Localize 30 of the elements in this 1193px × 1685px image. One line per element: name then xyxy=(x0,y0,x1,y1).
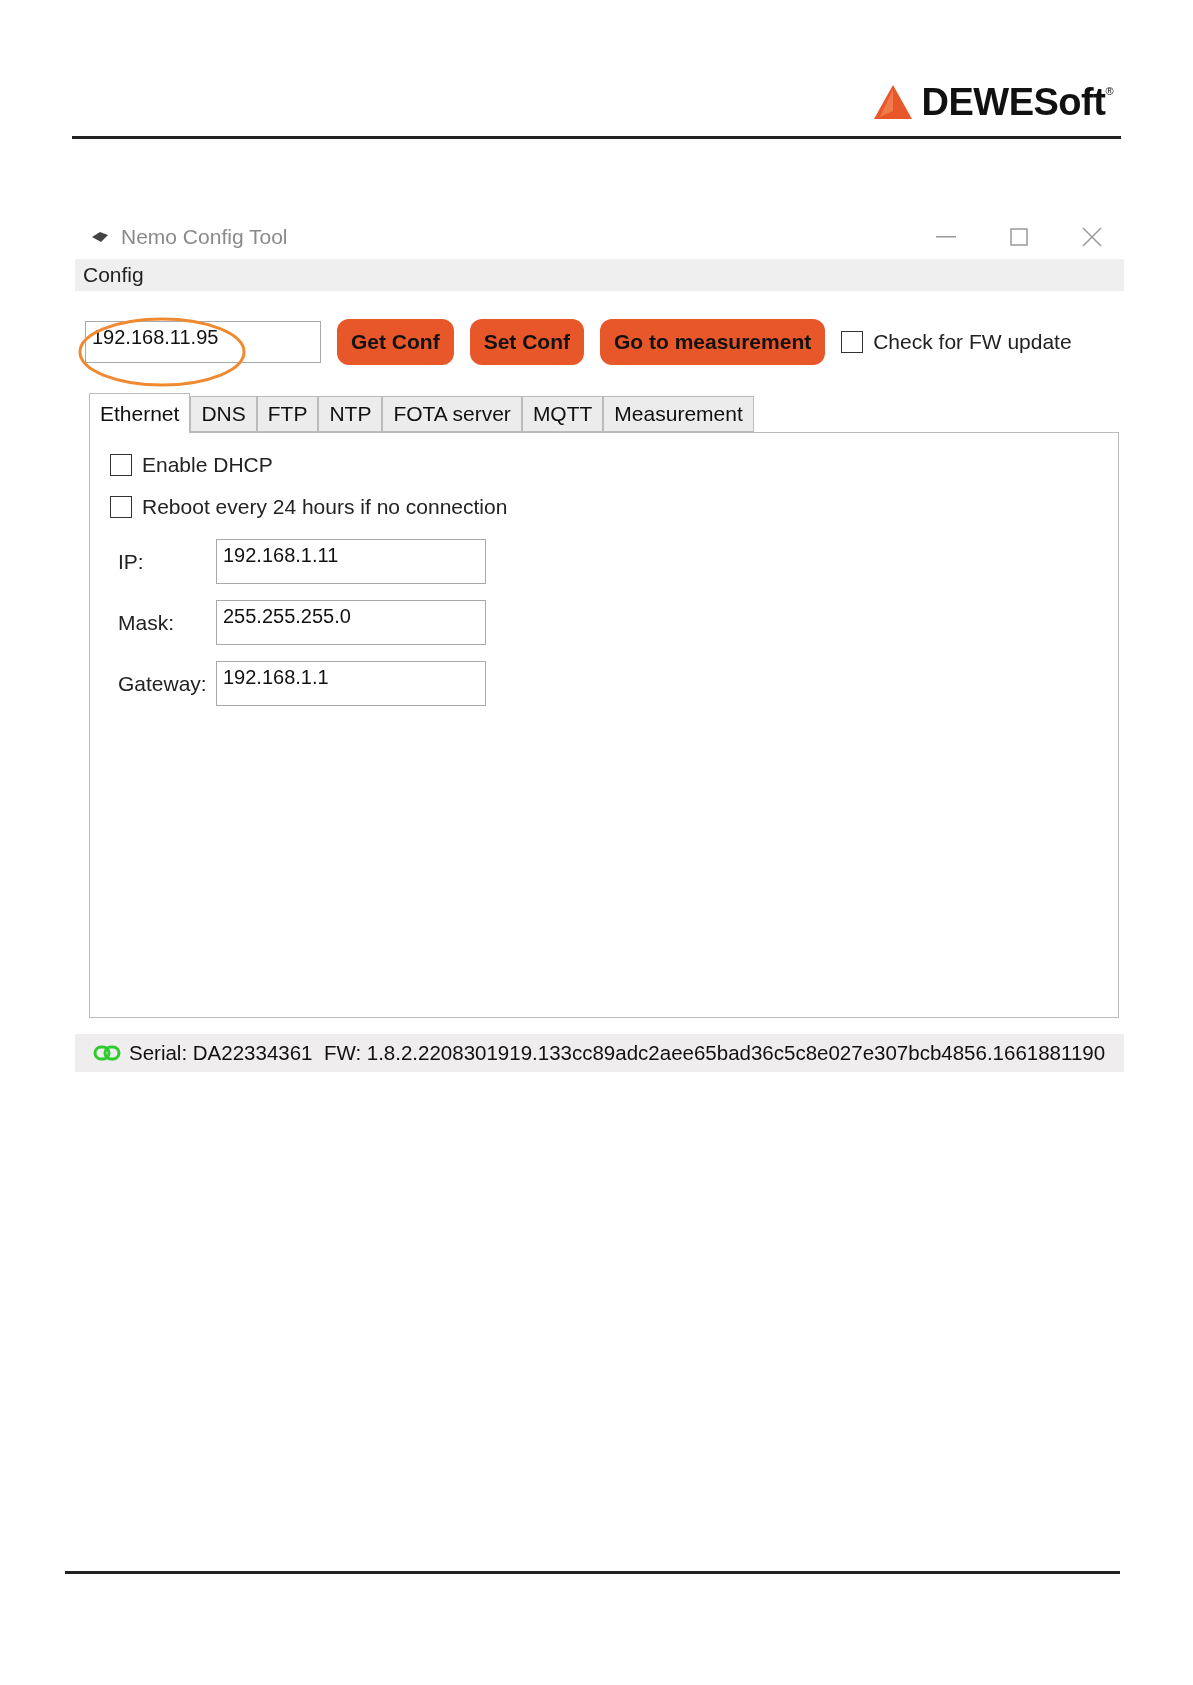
checkbox-label: Check for FW update xyxy=(873,330,1072,354)
action-button[interactable]: Set Conf xyxy=(469,319,584,365)
status-text: Serial: DA22334361 FW: 1.8.2.2208301919.133cc89adc2aee65bad36c5c8e027e307bcb4856.1661881190 xyxy=(129,1041,1106,1065)
tab[interactable]: Ethernet xyxy=(89,393,191,433)
action-button[interactable]: Get Conf xyxy=(337,319,454,365)
tab[interactable]: MQTT xyxy=(521,396,604,432)
input-field[interactable]: 192.168.1.1 xyxy=(216,661,486,706)
field-label: Mask: xyxy=(118,610,175,635)
logo-icon xyxy=(873,85,912,119)
input-field[interactable]: 255.255.255.0 xyxy=(216,600,486,645)
input-field[interactable]: 192.168.1.11 xyxy=(216,539,486,584)
window-title: Nemo Config Tool xyxy=(121,225,289,249)
tab[interactable]: FTP xyxy=(256,396,319,432)
checkbox[interactable] xyxy=(110,496,132,518)
menu-item[interactable]: Config xyxy=(83,263,144,287)
logo-text: DEWESoft® xyxy=(921,80,1113,124)
tab[interactable]: FOTA server xyxy=(382,396,522,432)
field-label: IP: xyxy=(118,549,145,574)
tab[interactable]: Measurement xyxy=(603,396,754,432)
tab[interactable]: NTP xyxy=(318,396,383,432)
checkbox[interactable] xyxy=(841,331,864,353)
field-label: Gateway: xyxy=(118,671,208,696)
close-icon[interactable] xyxy=(1082,227,1102,247)
app-icon xyxy=(91,231,109,243)
checkbox-label: Enable DHCP xyxy=(142,453,273,477)
action-button[interactable]: Go to measurement xyxy=(600,319,826,365)
checkbox-label: Reboot every 24 hours if no connection xyxy=(142,495,508,519)
address-field[interactable]: 192.168.11.95 xyxy=(85,321,321,363)
checkbox[interactable] xyxy=(110,454,132,476)
tab[interactable]: DNS xyxy=(190,396,257,432)
